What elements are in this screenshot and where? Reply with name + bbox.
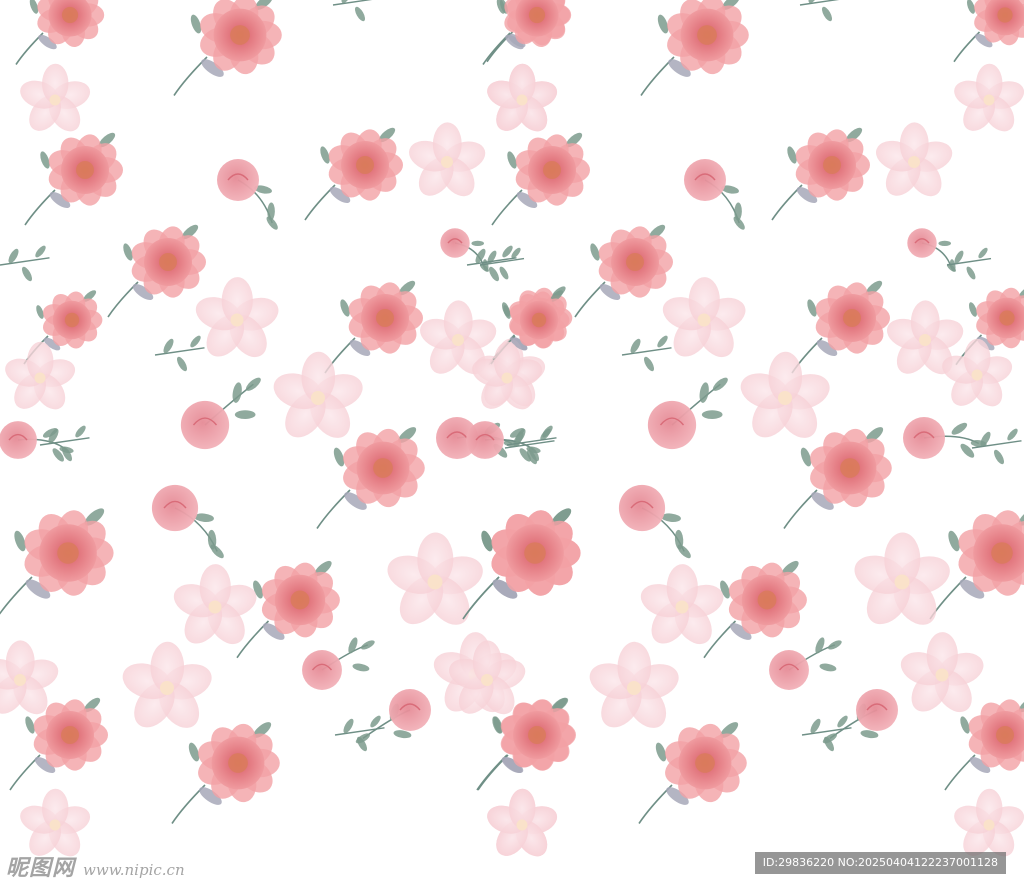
peony-icon — [15, 0, 105, 65]
image-id-bar: ID:29836220 NO:20250404122237001128 — [754, 852, 1006, 874]
pale-blossom-icon — [20, 63, 91, 132]
rosebud-icon — [769, 637, 842, 690]
leaf-sprig-icon — [799, 0, 840, 22]
pale-blossom-icon — [387, 532, 483, 625]
pale-blossom-icon — [5, 341, 76, 410]
rosebud-icon — [180, 377, 261, 450]
leaf-sprig-icon — [801, 715, 852, 752]
peony-icon — [771, 127, 870, 221]
peony-icon — [491, 132, 590, 226]
peony-icon — [107, 224, 206, 318]
peony-icon — [783, 427, 892, 529]
leaf-sprig-icon — [39, 425, 90, 462]
rosebud-icon — [151, 484, 224, 559]
pale-blossom-icon — [662, 277, 746, 358]
leaf-sprig-icon — [479, 247, 525, 280]
rosebud-icon — [302, 637, 375, 690]
pale-blossom-icon — [875, 122, 953, 197]
peony-icon — [324, 280, 423, 374]
pale-blossom-icon — [173, 564, 257, 645]
pale-blossom-icon — [854, 532, 950, 625]
peony-icon — [703, 560, 807, 659]
rosebud-icon — [618, 484, 691, 559]
peony-icon — [462, 508, 581, 620]
peony-icon — [236, 560, 340, 659]
leaf-sprig-icon — [332, 0, 373, 22]
leaf-sprig-icon — [0, 245, 50, 282]
pale-blossom-icon — [589, 641, 679, 728]
peony-icon — [24, 132, 123, 226]
pale-blossom-icon — [942, 338, 1013, 407]
rosebud-icon — [355, 689, 431, 744]
pale-blossom-icon — [640, 564, 724, 645]
pale-blossom-icon — [408, 122, 486, 197]
rosebud-icon — [903, 417, 987, 459]
watermark-url: www.nipic.cn — [83, 861, 185, 879]
pale-blossom-icon — [122, 641, 212, 728]
pale-blossom-icon — [273, 351, 363, 438]
pale-blossom-icon — [900, 632, 984, 713]
leaf-sprig-icon — [971, 428, 1022, 465]
leaf-sprig-icon — [154, 335, 205, 372]
rosebud-icon — [684, 159, 745, 230]
pale-blossom-icon — [954, 63, 1024, 132]
leaf-sprig-icon — [946, 247, 992, 280]
peony-icon — [171, 722, 280, 824]
peony-icon — [304, 127, 403, 221]
pale-blossom-icon — [487, 63, 558, 132]
peony-icon — [9, 697, 108, 791]
leaf-sprig-icon — [334, 715, 385, 752]
peony-icon — [640, 0, 749, 96]
peony-icon — [791, 280, 890, 374]
pale-blossom-icon — [740, 351, 830, 438]
peony-icon — [316, 427, 425, 529]
watermark-logo: 昵图网 — [6, 856, 76, 881]
peony-icon — [482, 0, 572, 65]
rosebud-icon — [647, 377, 728, 450]
peony-icon — [574, 224, 673, 318]
peony-icon — [953, 0, 1024, 63]
floral-pattern-canvas — [0, 0, 1024, 857]
peony-icon — [0, 508, 114, 615]
peony-icon — [638, 722, 747, 824]
leaf-sprig-icon — [621, 335, 672, 372]
peony-icon — [173, 0, 282, 96]
pale-blossom-icon — [487, 788, 558, 857]
rosebud-icon — [907, 228, 956, 272]
pale-blossom-icon — [195, 277, 279, 358]
floral-pattern-image: 昵图网 www.nipic.cn ID:29836220 NO:20250404… — [0, 0, 1024, 890]
rosebud-icon — [217, 159, 278, 230]
rosebud-icon — [822, 689, 898, 744]
watermark: 昵图网 www.nipic.cn — [6, 850, 185, 882]
